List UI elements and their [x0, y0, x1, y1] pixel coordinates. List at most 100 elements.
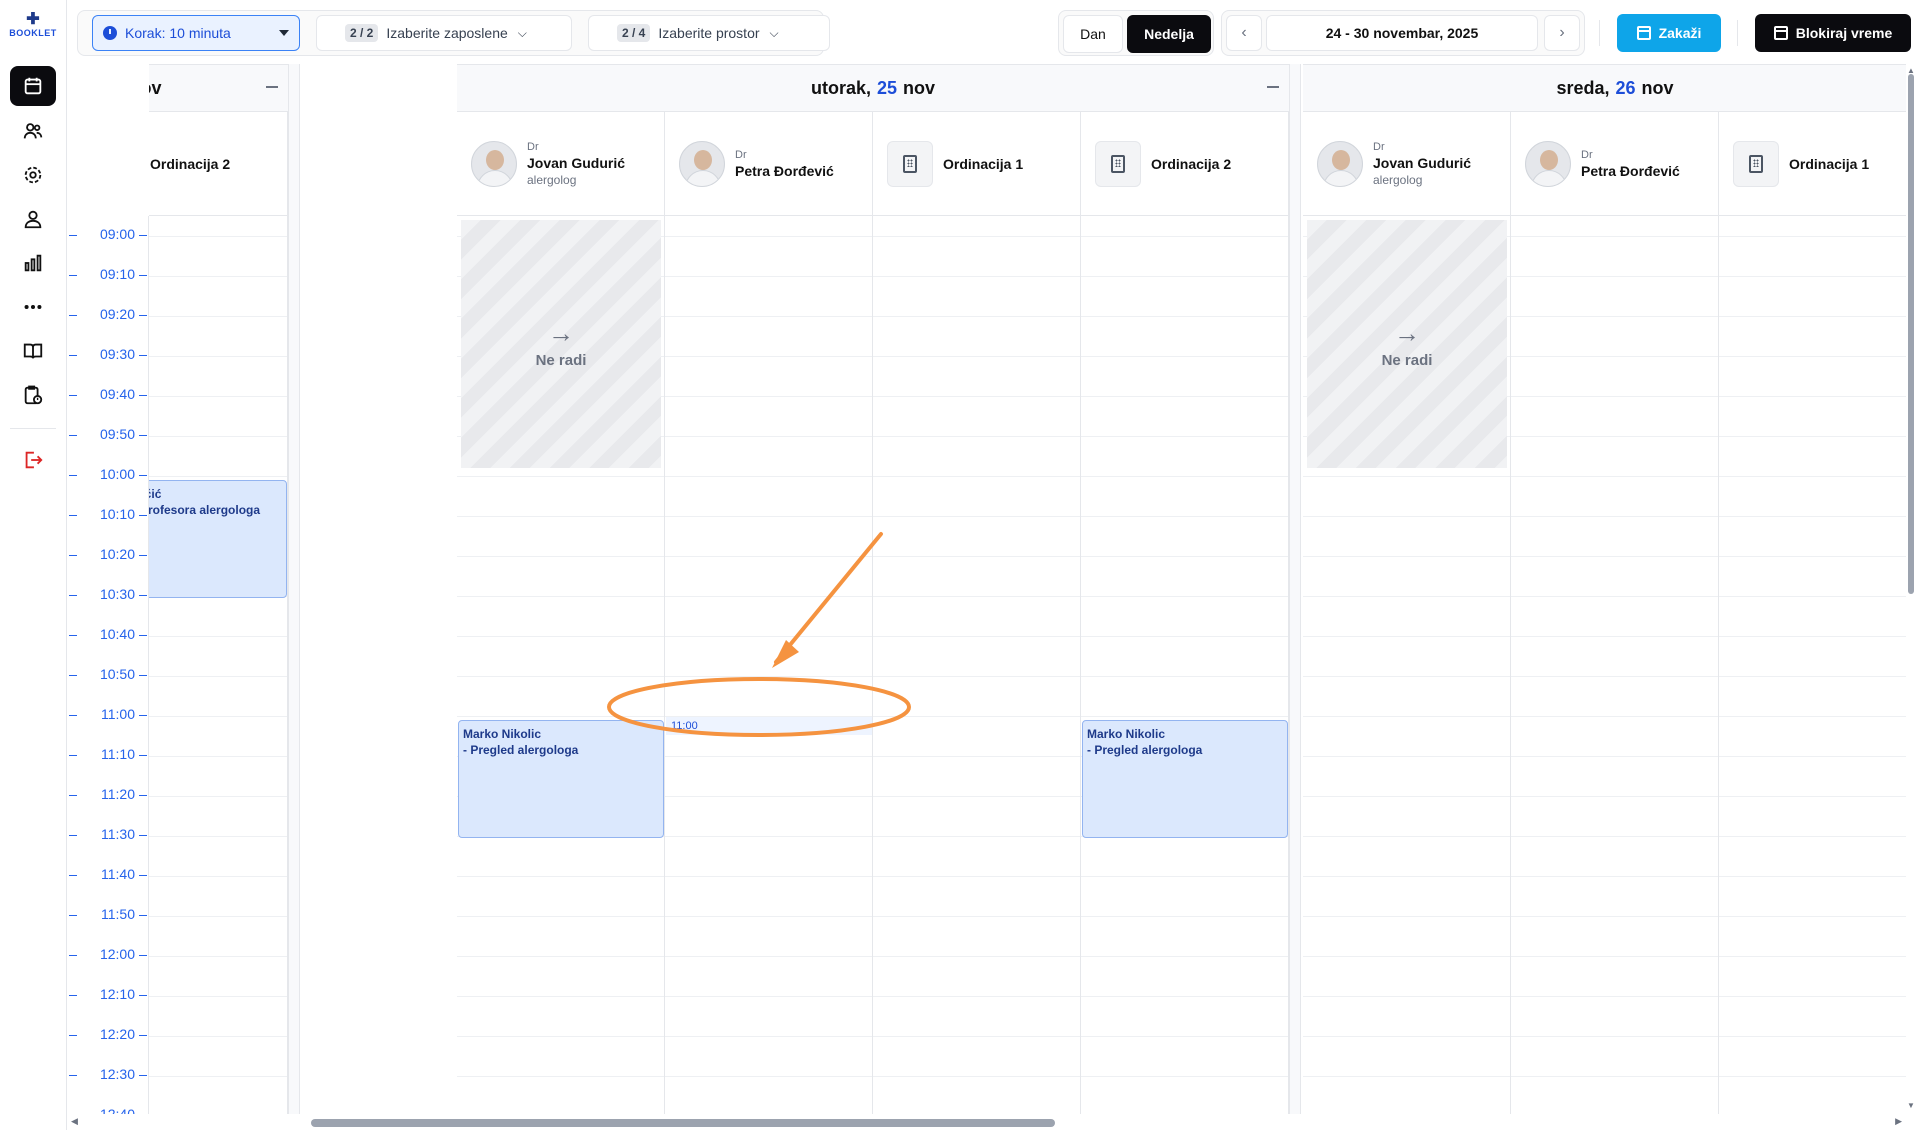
- room-column-header[interactable]: Ordinacija 1: [1719, 112, 1906, 216]
- doctor-column-header[interactable]: Dr Jovan Gudurić alergolog: [1303, 112, 1511, 216]
- slot-line: [1511, 316, 1718, 317]
- slot-line: [1719, 956, 1906, 957]
- slot-line: [873, 396, 1080, 397]
- slot-line: [1511, 756, 1718, 757]
- step-select[interactable]: Korak: 10 minuta: [92, 15, 300, 51]
- slot-line: [873, 236, 1080, 237]
- sidebar-item-clipboard-clock[interactable]: [10, 375, 56, 415]
- employee-filter[interactable]: 2 / 2 Izaberite zaposlene ⌵: [316, 15, 572, 51]
- sidebar-item-logout[interactable]: [10, 440, 56, 480]
- time-text: 12:40: [99, 1106, 135, 1114]
- sidebar-item-user[interactable]: [10, 199, 56, 239]
- sidebar-item-users[interactable]: [10, 111, 56, 151]
- sidebar-item-book[interactable]: [10, 331, 56, 371]
- not-working-block: → Ne radi: [461, 220, 661, 468]
- user-icon: [24, 210, 42, 229]
- chevron-left-icon: ‹: [1241, 24, 1247, 41]
- building-shape: [1749, 154, 1763, 173]
- column-body[interactable]: [1511, 216, 1719, 1114]
- slot-line: [1303, 796, 1510, 797]
- day-month: nov: [903, 77, 936, 98]
- time-tick: [69, 235, 77, 236]
- time-tick: [139, 355, 147, 356]
- time-tick: [139, 1075, 147, 1076]
- slot-line: [1303, 556, 1510, 557]
- slot-line: [1511, 356, 1718, 357]
- logout-icon: [25, 451, 43, 469]
- collapse-day-icon[interactable]: [266, 86, 278, 88]
- booklet-logo[interactable]: ✚ BOOKLET: [8, 12, 58, 46]
- sidebar-item-calendar[interactable]: [10, 66, 56, 106]
- slot-line: [457, 676, 664, 677]
- day-month: nov: [1641, 77, 1674, 98]
- slot-line: [457, 716, 664, 717]
- slot-line: [1303, 916, 1510, 917]
- sidebar-item-more[interactable]: [10, 287, 56, 327]
- doctor-column-header[interactable]: Dr Petra Đorđević: [665, 112, 873, 216]
- slot-line: [1719, 796, 1906, 797]
- calendar-lock-icon: [1773, 26, 1788, 40]
- slot-line: [1081, 996, 1288, 997]
- room-filter[interactable]: 2 / 4 Izaberite prostor ⌵: [588, 15, 830, 51]
- column-body[interactable]: [1081, 216, 1289, 1114]
- slot-line: [457, 636, 664, 637]
- building-icon: [887, 140, 933, 187]
- schedule-button[interactable]: Zakaži: [1617, 14, 1721, 52]
- slot-line: [1511, 676, 1718, 677]
- time-label: 11:50: [67, 906, 149, 926]
- time-tick: [69, 675, 77, 676]
- slot-line: [1719, 916, 1906, 917]
- chevron-down-icon: ⌵: [769, 25, 779, 40]
- prev-week-button[interactable]: ‹: [1226, 15, 1262, 51]
- slot-line: [1081, 716, 1288, 717]
- hovered-time-slot[interactable]: 11:00: [666, 717, 872, 735]
- time-tick: [69, 755, 77, 756]
- slot-line: [665, 676, 872, 677]
- slot-line: [1719, 676, 1906, 677]
- room-name: Ordinacija 1: [943, 155, 1024, 172]
- slot-line: [665, 956, 872, 957]
- vertical-scrollbar[interactable]: ▲ ▼: [1906, 64, 1916, 1114]
- sidebar-item-gear[interactable]: [10, 155, 56, 195]
- slot-line: [1081, 636, 1288, 637]
- vertical-scroll-thumb[interactable]: [1908, 74, 1914, 594]
- time-tick: [139, 235, 147, 236]
- appointment-card[interactable]: Marko Nikolic - Pregled alergologa: [458, 720, 664, 838]
- time-tick: [69, 995, 77, 996]
- room-column-header[interactable]: Ordinacija 1: [873, 112, 1081, 216]
- doctor-column-header[interactable]: Dr Jovan Gudurić alergolog: [457, 112, 665, 216]
- column-body[interactable]: [665, 216, 873, 1114]
- view-week-button[interactable]: Nedelja: [1127, 15, 1211, 53]
- collapse-day-icon[interactable]: [1267, 86, 1279, 88]
- column-body[interactable]: [873, 216, 1081, 1114]
- employee-count-badge: 2 / 2: [345, 24, 379, 42]
- doctor-column-header[interactable]: Dr Petra Đorđević: [1511, 112, 1719, 216]
- time-tick: [139, 875, 147, 876]
- slot-line: [873, 956, 1080, 957]
- time-label: 10:30: [67, 586, 149, 606]
- slot-line: [1511, 396, 1718, 397]
- time-label: 12:30: [67, 1066, 149, 1086]
- time-tick: [69, 835, 77, 836]
- book-icon: [23, 343, 43, 359]
- next-week-button[interactable]: ›: [1544, 15, 1580, 51]
- appointment-card[interactable]: Marko Nikolic - Pregled alergologa: [1082, 720, 1288, 838]
- date-range[interactable]: 24 - 30 novembar, 2025: [1266, 15, 1538, 51]
- time-label: 12:10: [67, 986, 149, 1006]
- slot-line: [1719, 436, 1906, 437]
- doctor-info: Dr Jovan Gudurić alergolog: [1373, 140, 1471, 188]
- slot-line: [1303, 676, 1510, 677]
- time-text: 12:20: [99, 1026, 135, 1042]
- horizontal-scroll-thumb[interactable]: [311, 1119, 1055, 1127]
- time-tick: [139, 955, 147, 956]
- room-column-header[interactable]: Ordinacija 2: [1081, 112, 1289, 216]
- slot-line: [873, 796, 1080, 797]
- view-day-button[interactable]: Dan: [1063, 15, 1123, 53]
- schedule-button-label: Zakaži: [1658, 25, 1702, 41]
- horizontal-scrollbar[interactable]: ◀ ▶: [67, 1114, 1906, 1130]
- column-body[interactable]: [1719, 216, 1906, 1114]
- sidebar-item-bar-chart[interactable]: [10, 243, 56, 283]
- day-separator: [1289, 64, 1301, 1114]
- slot-line: [1511, 276, 1718, 277]
- block-time-button[interactable]: Blokiraj vreme: [1755, 14, 1911, 52]
